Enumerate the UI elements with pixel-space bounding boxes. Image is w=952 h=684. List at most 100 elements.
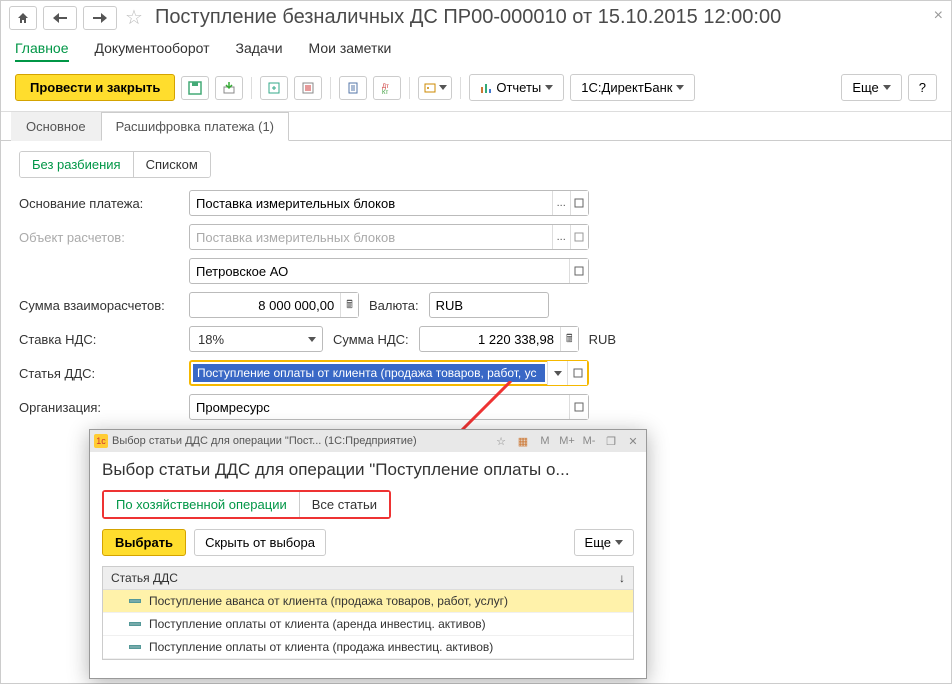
item-marker-icon bbox=[129, 599, 141, 603]
toggle-no-split[interactable]: Без разбиения bbox=[20, 152, 134, 177]
popup-row[interactable]: Поступление оплаты от клиента (продажа и… bbox=[103, 636, 633, 659]
tool-icon-1[interactable] bbox=[260, 76, 288, 100]
svg-text:Кт: Кт bbox=[382, 90, 388, 95]
tool-icon-5[interactable] bbox=[418, 76, 452, 100]
post-close-button[interactable]: Провести и закрыть bbox=[15, 74, 175, 101]
popup-title: Выбор статьи ДДС для операции "Поступлен… bbox=[102, 460, 634, 480]
toolbar: Провести и закрыть ДтКт Отчеты 1С:Директ… bbox=[1, 70, 951, 112]
dds-value[interactable]: Поступление оплаты от клиента (продажа т… bbox=[193, 364, 545, 382]
back-button[interactable] bbox=[43, 6, 77, 30]
nav-tasks[interactable]: Задачи bbox=[236, 40, 283, 62]
popup-col-label: Статья ДДС bbox=[111, 571, 178, 585]
nav-docflow[interactable]: Документооборот bbox=[95, 40, 210, 62]
currency-input[interactable] bbox=[430, 293, 548, 317]
page-title: Поступление безналичных ДС ПР00-000010 о… bbox=[155, 6, 781, 29]
popup-close-icon[interactable]: ✕ bbox=[624, 433, 642, 449]
more-button[interactable]: Еще bbox=[841, 74, 901, 101]
vat-rate-value: 18% bbox=[198, 332, 224, 347]
popup-toolbar: Выбрать Скрыть от выбора Еще bbox=[102, 529, 634, 556]
nav-notes[interactable]: Мои заметки bbox=[309, 40, 392, 62]
popup-tabs: По хозяйственной операции Все статьи bbox=[102, 490, 391, 519]
basis-input[interactable] bbox=[190, 191, 552, 215]
save-icon-button[interactable] bbox=[181, 76, 209, 100]
popup-win-title: Выбор статьи ДДС для операции "Пост... (… bbox=[112, 435, 417, 447]
popup-tab-operation[interactable]: По хозяйственной операции bbox=[104, 492, 300, 517]
help-button[interactable]: ? bbox=[908, 74, 937, 101]
vat-sum-field[interactable] bbox=[419, 326, 579, 352]
close-icon[interactable]: × bbox=[934, 7, 943, 25]
popup-fav-icon[interactable]: ☆ bbox=[492, 433, 510, 449]
sort-icon[interactable]: ↓ bbox=[619, 571, 625, 585]
basis-pick-button[interactable]: ... bbox=[552, 191, 570, 215]
reports-label: Отчеты bbox=[496, 80, 541, 95]
popup-hide-button[interactable]: Скрыть от выбора bbox=[194, 529, 326, 556]
favorite-star-icon[interactable]: ☆ bbox=[125, 5, 143, 30]
more-label: Еще bbox=[852, 80, 878, 95]
popup-m-icon[interactable]: M bbox=[536, 433, 554, 449]
currency-field[interactable] bbox=[429, 292, 549, 318]
tab-detail[interactable]: Расшифровка платежа (1) bbox=[101, 112, 289, 141]
object-input[interactable] bbox=[190, 225, 552, 249]
object-open-button[interactable] bbox=[570, 225, 588, 249]
forward-button[interactable] bbox=[83, 6, 117, 30]
popup-select-button[interactable]: Выбрать bbox=[102, 529, 186, 556]
tabs: Основное Расшифровка платежа (1) bbox=[1, 111, 951, 141]
item-marker-icon bbox=[129, 622, 141, 626]
vat-sum-input[interactable] bbox=[420, 327, 560, 351]
popup-titlebar: 1c Выбор статьи ДДС для операции "Пост..… bbox=[90, 430, 646, 452]
popup-th[interactable]: Статья ДДС ↓ bbox=[103, 567, 633, 590]
basis-label: Основание платежа: bbox=[19, 196, 189, 211]
popup-row[interactable]: Поступление аванса от клиента (продажа т… bbox=[103, 590, 633, 613]
sum-label: Сумма взаиморасчетов: bbox=[19, 298, 189, 313]
post-icon-button[interactable] bbox=[215, 76, 243, 100]
vat-rate-label: Ставка НДС: bbox=[19, 332, 189, 347]
popup-tab-all[interactable]: Все статьи bbox=[300, 492, 389, 517]
dds-field[interactable]: Поступление оплаты от клиента (продажа т… bbox=[189, 360, 589, 386]
toggle-list[interactable]: Списком bbox=[134, 152, 210, 177]
popup-mminus-icon[interactable]: M- bbox=[580, 433, 598, 449]
split-toggle: Без разбиения Списком bbox=[19, 151, 211, 178]
vat-currency: RUB bbox=[589, 332, 616, 347]
popup-app-icon: 1c bbox=[94, 434, 108, 448]
popup-mplus-icon[interactable]: M+ bbox=[558, 433, 576, 449]
sum-field[interactable] bbox=[189, 292, 359, 318]
object-field[interactable]: ... bbox=[189, 224, 589, 250]
popup-more-button[interactable]: Еще bbox=[574, 529, 634, 556]
dds-dropdown-button[interactable] bbox=[547, 361, 567, 385]
directbank-button[interactable]: 1С:ДиректБанк bbox=[570, 74, 695, 101]
home-button[interactable] bbox=[9, 6, 37, 30]
org-open-button[interactable] bbox=[569, 395, 588, 419]
buyer-field[interactable] bbox=[189, 258, 589, 284]
dds-open-button[interactable] bbox=[567, 361, 587, 385]
popup-cal-icon[interactable]: ▦ bbox=[514, 433, 532, 449]
sum-input[interactable] bbox=[190, 293, 340, 317]
reports-button[interactable]: Отчеты bbox=[469, 74, 564, 101]
vat-sum-calc-button[interactable] bbox=[560, 327, 578, 351]
vat-sum-label: Сумма НДС: bbox=[333, 332, 409, 347]
popup-row-label: Поступление аванса от клиента (продажа т… bbox=[149, 594, 508, 608]
sum-calc-button[interactable] bbox=[340, 293, 358, 317]
vat-rate-dropdown[interactable]: 18% bbox=[189, 326, 323, 352]
basis-open-button[interactable] bbox=[570, 191, 588, 215]
titlebar: ☆ Поступление безналичных ДС ПР00-000010… bbox=[1, 1, 951, 30]
form: Основание платежа: ... Объект расчетов: … bbox=[1, 186, 951, 432]
tool-icon-2[interactable] bbox=[294, 76, 322, 100]
navbar: Главное Документооборот Задачи Мои замет… bbox=[1, 30, 951, 70]
object-pick-button[interactable]: ... bbox=[552, 225, 570, 249]
nav-main[interactable]: Главное bbox=[15, 40, 69, 62]
org-label: Организация: bbox=[19, 400, 189, 415]
org-field[interactable] bbox=[189, 394, 589, 420]
tab-main[interactable]: Основное bbox=[11, 112, 101, 141]
buyer-input[interactable] bbox=[190, 259, 569, 283]
org-input[interactable] bbox=[190, 395, 569, 419]
buyer-open-button[interactable] bbox=[569, 259, 588, 283]
popup-restore-icon[interactable]: ❐ bbox=[602, 433, 620, 449]
tool-icon-3[interactable] bbox=[339, 76, 367, 100]
directbank-label: 1С:ДиректБанк bbox=[581, 80, 672, 95]
popup-row[interactable]: Поступление оплаты от клиента (аренда ин… bbox=[103, 613, 633, 636]
popup-row-label: Поступление оплаты от клиента (аренда ин… bbox=[149, 617, 486, 631]
popup-more-label: Еще bbox=[585, 535, 611, 550]
tool-icon-4[interactable]: ДтКт bbox=[373, 76, 401, 100]
basis-field[interactable]: ... bbox=[189, 190, 589, 216]
chevron-down-icon bbox=[308, 337, 316, 342]
